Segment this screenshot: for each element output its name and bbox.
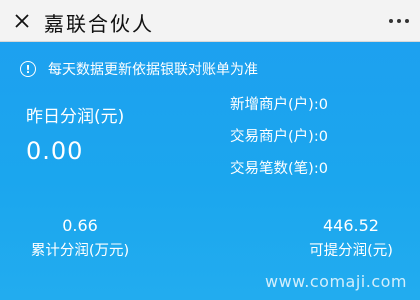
stat-transaction-merchants: 交易商户(户):0 (230, 127, 328, 159)
stat-value: 0 (318, 129, 328, 145)
stat-label: 交易笔数(笔): (230, 161, 319, 177)
more-dot (397, 19, 401, 23)
withdrawable-profit-label: 可提分润(元) (309, 243, 393, 259)
withdrawable-profit-value: 446.52 (323, 216, 379, 235)
stat-label: 新增商户(户): (230, 97, 319, 113)
info-icon: ! (20, 61, 36, 77)
stat-new-merchants: 新增商户(户):0 (230, 95, 328, 127)
more-button[interactable] (386, 10, 412, 32)
watermark: www.comaji.com (265, 272, 407, 291)
title-bar: 嘉联合伙人 (0, 0, 420, 42)
total-profit-label: 累计分润(万元) (30, 243, 130, 259)
stats-list: 新增商户(户):0 交易商户(户):0 交易笔数(笔):0 (230, 95, 328, 191)
stat-transaction-count: 交易笔数(笔):0 (230, 159, 328, 191)
notice-text: 每天数据更新依据银联对账单为准 (48, 62, 258, 78)
yesterday-profit: 昨日分润(元) 0.00 (26, 102, 124, 165)
stat-value: 0 (318, 161, 328, 177)
close-icon (15, 14, 29, 28)
update-notice: ! 每天数据更新依据银联对账单为准 (20, 58, 258, 80)
stat-label: 交易商户(户): (230, 129, 319, 145)
stat-value: 0 (318, 97, 328, 113)
close-button[interactable] (8, 7, 36, 35)
withdrawable-profit[interactable]: 446.52 可提分润(元) (296, 216, 406, 260)
total-profit[interactable]: 0.66 累计分润(万元) (20, 216, 140, 260)
page-title: 嘉联合伙人 (44, 12, 154, 36)
app-screen: 嘉联合伙人 ! 每天数据更新依据银联对账单为准 昨日分润(元) 0.00 新增商… (0, 0, 420, 300)
yesterday-profit-label: 昨日分润(元) (26, 107, 125, 127)
more-dots-icon (389, 19, 393, 23)
total-profit-value: 0.66 (62, 216, 98, 235)
yesterday-profit-value: 0.00 (26, 137, 84, 165)
more-dot (405, 19, 409, 23)
